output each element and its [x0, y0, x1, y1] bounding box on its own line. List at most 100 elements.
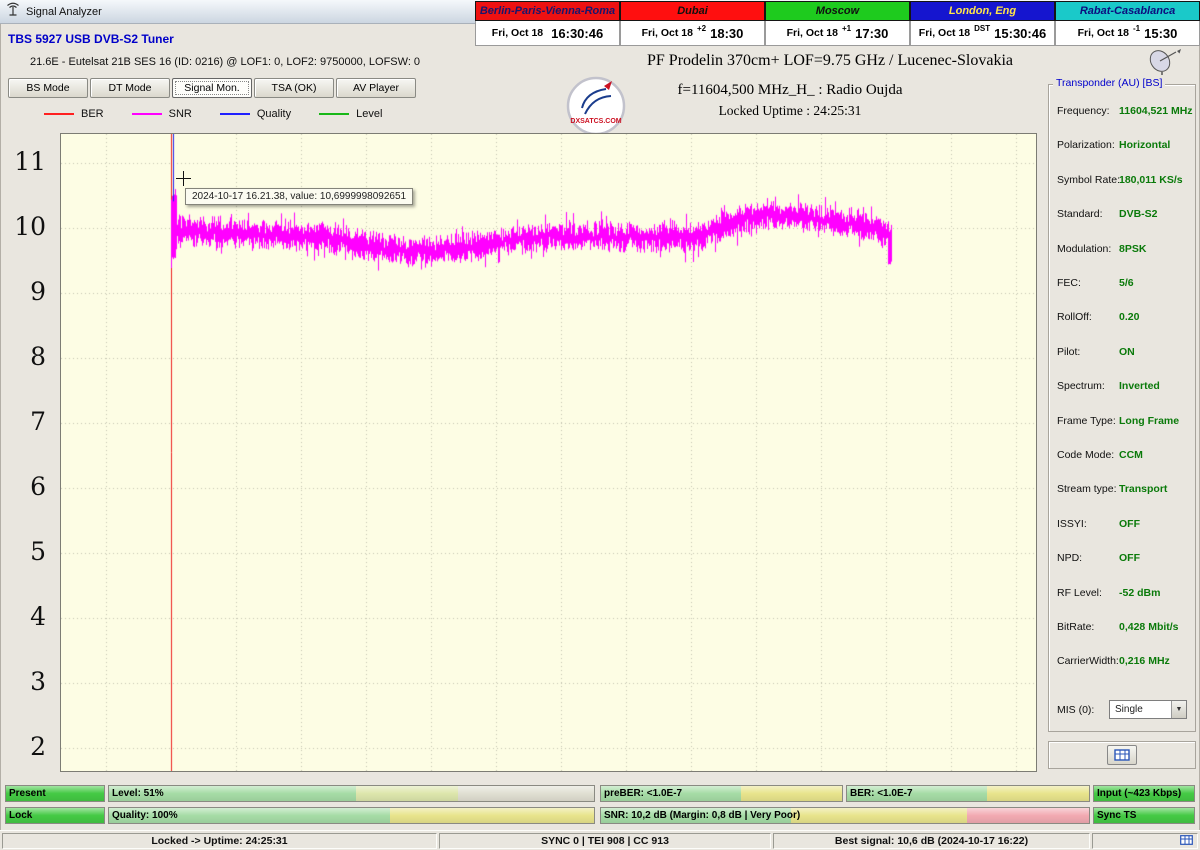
legend-color-line — [319, 113, 349, 115]
y-axis-tick: 2 — [0, 730, 46, 763]
y-axis-tick: 3 — [0, 665, 46, 698]
transponder-field-label: Symbol Rate: — [1057, 174, 1120, 186]
transponder-field-value: 0.20 — [1119, 311, 1139, 323]
meter-segment — [987, 786, 1089, 801]
meter-label: Lock — [9, 810, 32, 821]
transponder-row-frequency: Frequency:11604,521 MHz — [1049, 105, 1195, 123]
meter-label: preBER: <1.0E-7 — [604, 788, 682, 799]
meter-segment — [967, 808, 1089, 823]
statusbar-best-signal: Best signal: 10,6 dB (2024-10-17 16:22) — [773, 833, 1090, 849]
export-table-icon — [1114, 749, 1130, 761]
legend-item-snr: SNR — [132, 108, 192, 120]
tab-tsa-ok[interactable]: TSA (OK) — [254, 78, 334, 98]
transponder-field-label: BitRate: — [1057, 621, 1094, 633]
transponder-field-value: 180,011 KS/s — [1119, 174, 1183, 186]
clock-hms: 15:30:46 — [994, 26, 1046, 41]
transponder-row-npd: NPD:OFF — [1049, 552, 1195, 570]
clock-utc-offset: +2 — [697, 24, 706, 33]
tab-av-player[interactable]: AV Player — [336, 78, 416, 98]
legend-label: SNR — [169, 108, 192, 120]
y-axis-tick: 10 — [0, 210, 46, 243]
meter-label: Input (~423 Kbps) — [1097, 788, 1181, 799]
statusbar-sync-counters: SYNC 0 | TEI 908 | CC 913 — [439, 833, 771, 849]
world-clock-rabat-casablanca: Rabat-CasablancaFri, Oct 18-115:30 — [1055, 1, 1200, 46]
meter-label: Present — [9, 788, 46, 799]
transponder-row-bitrate: BitRate: 0,428 Mbit/s — [1049, 621, 1195, 639]
meter-input: Input (~423 Kbps) — [1093, 785, 1195, 802]
export-button[interactable] — [1107, 745, 1137, 765]
y-axis-tick: 8 — [0, 340, 46, 373]
mode-tabs: BS ModeDT ModeSignal Mon.TSA (OK)AV Play… — [8, 78, 416, 98]
transponder-row-issyi: ISSYI:OFF — [1049, 518, 1195, 536]
legend-color-line — [220, 113, 250, 115]
world-clock-dubai: DubaiFri, Oct 18+218:30 — [620, 1, 765, 46]
transponder-field-label: Code Mode: — [1057, 449, 1114, 461]
log-grid-icon[interactable] — [1180, 835, 1193, 848]
clock-hms: 17:30 — [855, 26, 888, 41]
clock-utc-offset: -1 — [1133, 24, 1140, 33]
crosshair-horizontal — [176, 178, 191, 179]
clock-city-label: London, Eng — [910, 1, 1055, 21]
transponder-field-label: Frequency: — [1057, 105, 1110, 117]
transponder-row-modulation: Modulation:8PSK — [1049, 243, 1195, 261]
transponder-row-carrierwidth: CarrierWidth:0,216 MHz — [1049, 655, 1195, 673]
transponder-field-label: Stream type: — [1057, 483, 1117, 495]
clock-utc-offset: DST — [974, 24, 990, 33]
clock-date: Fri, Oct 18 — [492, 27, 543, 39]
transponder-row-rolloff: RollOff:0.20 — [1049, 311, 1195, 329]
clock-time: Fri, Oct 18+218:30 — [620, 21, 765, 46]
transponder-field-value: 0,428 Mbit/s — [1119, 621, 1179, 633]
tab-signal-mon[interactable]: Signal Mon. — [172, 78, 252, 98]
chart-legend: BERSNRQualityLevel — [44, 107, 382, 121]
site-info: PF Prodelin 370cm+ LOF=9.75 GHz / Lucene… — [460, 52, 1200, 70]
legend-label: Quality — [257, 108, 291, 120]
clock-time: Fri, Oct 18+117:30 — [765, 21, 910, 46]
mis-select[interactable]: Single ▼ — [1109, 700, 1187, 719]
status-meters: PresentLevel: 51%preBER: <1.0E-7BER: <1.… — [0, 785, 1200, 827]
world-clock-london-eng: London, EngFri, Oct 18DST15:30:46 — [910, 1, 1055, 46]
meter-label: SNR: 10,2 dB (Margin: 0,8 dB | Very Poor… — [604, 810, 800, 821]
clock-time: Fri, Oct 1816:30:46 — [475, 21, 620, 46]
transponder-field-value: 5/6 — [1119, 277, 1134, 289]
meter-label: Quality: 100% — [112, 810, 178, 821]
transponder-row-code-mode: Code Mode: CCM — [1049, 449, 1195, 467]
transponder-field-label: NPD: — [1057, 552, 1082, 564]
clock-hms: 15:30 — [1144, 26, 1177, 41]
transponder-field-label: Modulation: — [1057, 243, 1111, 255]
meter-segment — [741, 786, 842, 801]
transponder-field-label: RF Level: — [1057, 587, 1102, 599]
crosshair-cursor — [176, 171, 191, 186]
transponder-field-value: Long Frame — [1119, 415, 1179, 427]
clock-city-label: Rabat-Casablanca — [1055, 1, 1200, 21]
satellite-info: 21.6E - Eutelsat 21B SES 16 (ID: 0216) @… — [30, 56, 420, 68]
y-axis-tick: 11 — [0, 145, 46, 178]
transponder-field-value: ON — [1119, 346, 1135, 358]
transponder-row-fec: FEC: 5/6 — [1049, 277, 1195, 295]
signal-chart-canvas[interactable] — [61, 134, 1036, 771]
transponder-field-label: FEC: — [1057, 277, 1081, 289]
tab-dt-mode[interactable]: DT Mode — [90, 78, 170, 98]
clock-time: Fri, Oct 18-115:30 — [1055, 21, 1200, 46]
clock-time: Fri, Oct 18DST15:30:46 — [910, 21, 1055, 46]
meter-preber: preBER: <1.0E-7 — [600, 785, 843, 802]
signal-analyzer-window: Signal Analyzer Berlin-Paris-Vienna-Roma… — [0, 0, 1200, 850]
clock-utc-offset: +1 — [842, 24, 851, 33]
clock-city-label: Dubai — [620, 1, 765, 21]
transponder-field-label: Standard: — [1057, 208, 1103, 220]
transponder-panel-title: Transponder (AU) [BS] — [1053, 77, 1165, 89]
mis-selected-value: Single — [1110, 704, 1171, 715]
mis-dropdown-arrow-icon[interactable]: ▼ — [1171, 701, 1186, 718]
statusbar-tool-panel — [1092, 833, 1198, 849]
transponder-field-label: Frame Type: — [1057, 415, 1116, 427]
transponder-row-standard: Standard:DVB-S2 — [1049, 208, 1195, 226]
dxsatcs-logo-text: DXSATCS.COM — [570, 118, 621, 125]
transponder-field-value: CCM — [1119, 449, 1143, 461]
legend-color-line — [132, 113, 162, 115]
transponder-field-value: -52 dBm — [1119, 587, 1160, 599]
meter-level: Level: 51% — [108, 785, 595, 802]
transponder-row-rf-level: RF Level: -52 dBm — [1049, 587, 1195, 605]
signal-chart[interactable]: 2024-10-17 16.21.38, value: 10,699999809… — [60, 133, 1037, 772]
y-axis-tick: 7 — [0, 405, 46, 438]
y-axis-tick: 5 — [0, 535, 46, 568]
meter-segment — [791, 808, 967, 823]
